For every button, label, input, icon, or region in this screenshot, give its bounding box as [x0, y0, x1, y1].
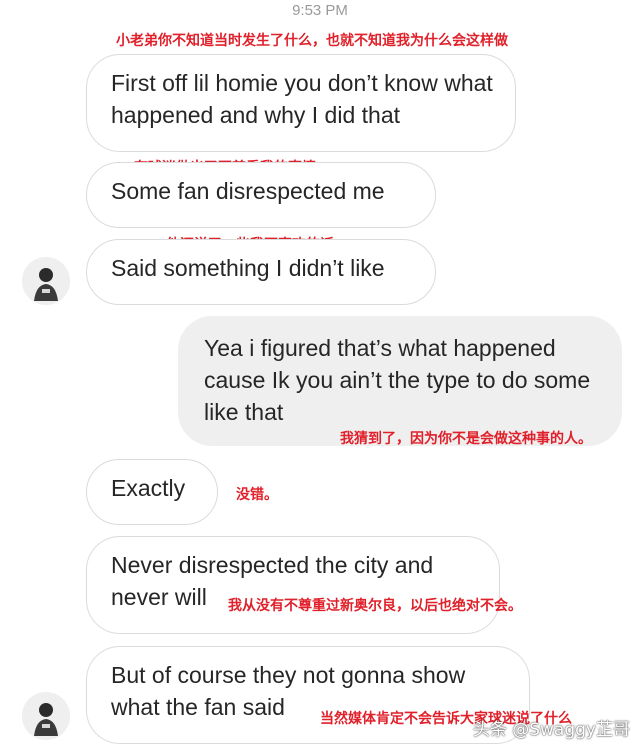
sender-avatar[interactable]: [22, 692, 70, 740]
sent-message-bubble[interactable]: Yea i figured that’s what happened cause…: [178, 316, 622, 446]
translation-annotation: 小老弟你不知道当时发生了什么，也就不知道我为什么会这样做: [116, 33, 508, 49]
message-text: Yea i figured that’s what happened cause…: [204, 335, 591, 425]
message-text: First off lil homie you don’t know what …: [111, 70, 493, 128]
message-timestamp: 9:53 PM: [292, 2, 348, 19]
translation-annotation: 我猜到了，因为你不是会做这种事的人。: [340, 431, 592, 447]
person-icon: [22, 257, 70, 305]
received-message-bubble[interactable]: Never disrespected the city and never wi…: [86, 536, 500, 634]
received-message-bubble[interactable]: First off lil homie you don’t know what …: [86, 54, 516, 152]
message-text: Some fan disrespected me: [111, 178, 385, 204]
received-message-bubble[interactable]: But of course they not gonna show what t…: [86, 646, 530, 744]
translation-annotation: 没错。: [236, 487, 278, 503]
received-message-bubble[interactable]: Some fan disrespected me: [86, 162, 436, 228]
received-message-bubble[interactable]: Said something I didn’t like: [86, 239, 436, 305]
watermark: 头条 @Swaggy芷哥: [472, 720, 630, 740]
message-text: Exactly: [111, 475, 186, 501]
sender-avatar[interactable]: [22, 257, 70, 305]
translation-annotation: 我从没有不尊重过新奥尔良，以后也绝对不会。: [228, 598, 522, 614]
message-text: Said something I didn’t like: [111, 255, 385, 281]
person-icon: [22, 692, 70, 740]
received-message-bubble[interactable]: Exactly: [86, 459, 218, 525]
